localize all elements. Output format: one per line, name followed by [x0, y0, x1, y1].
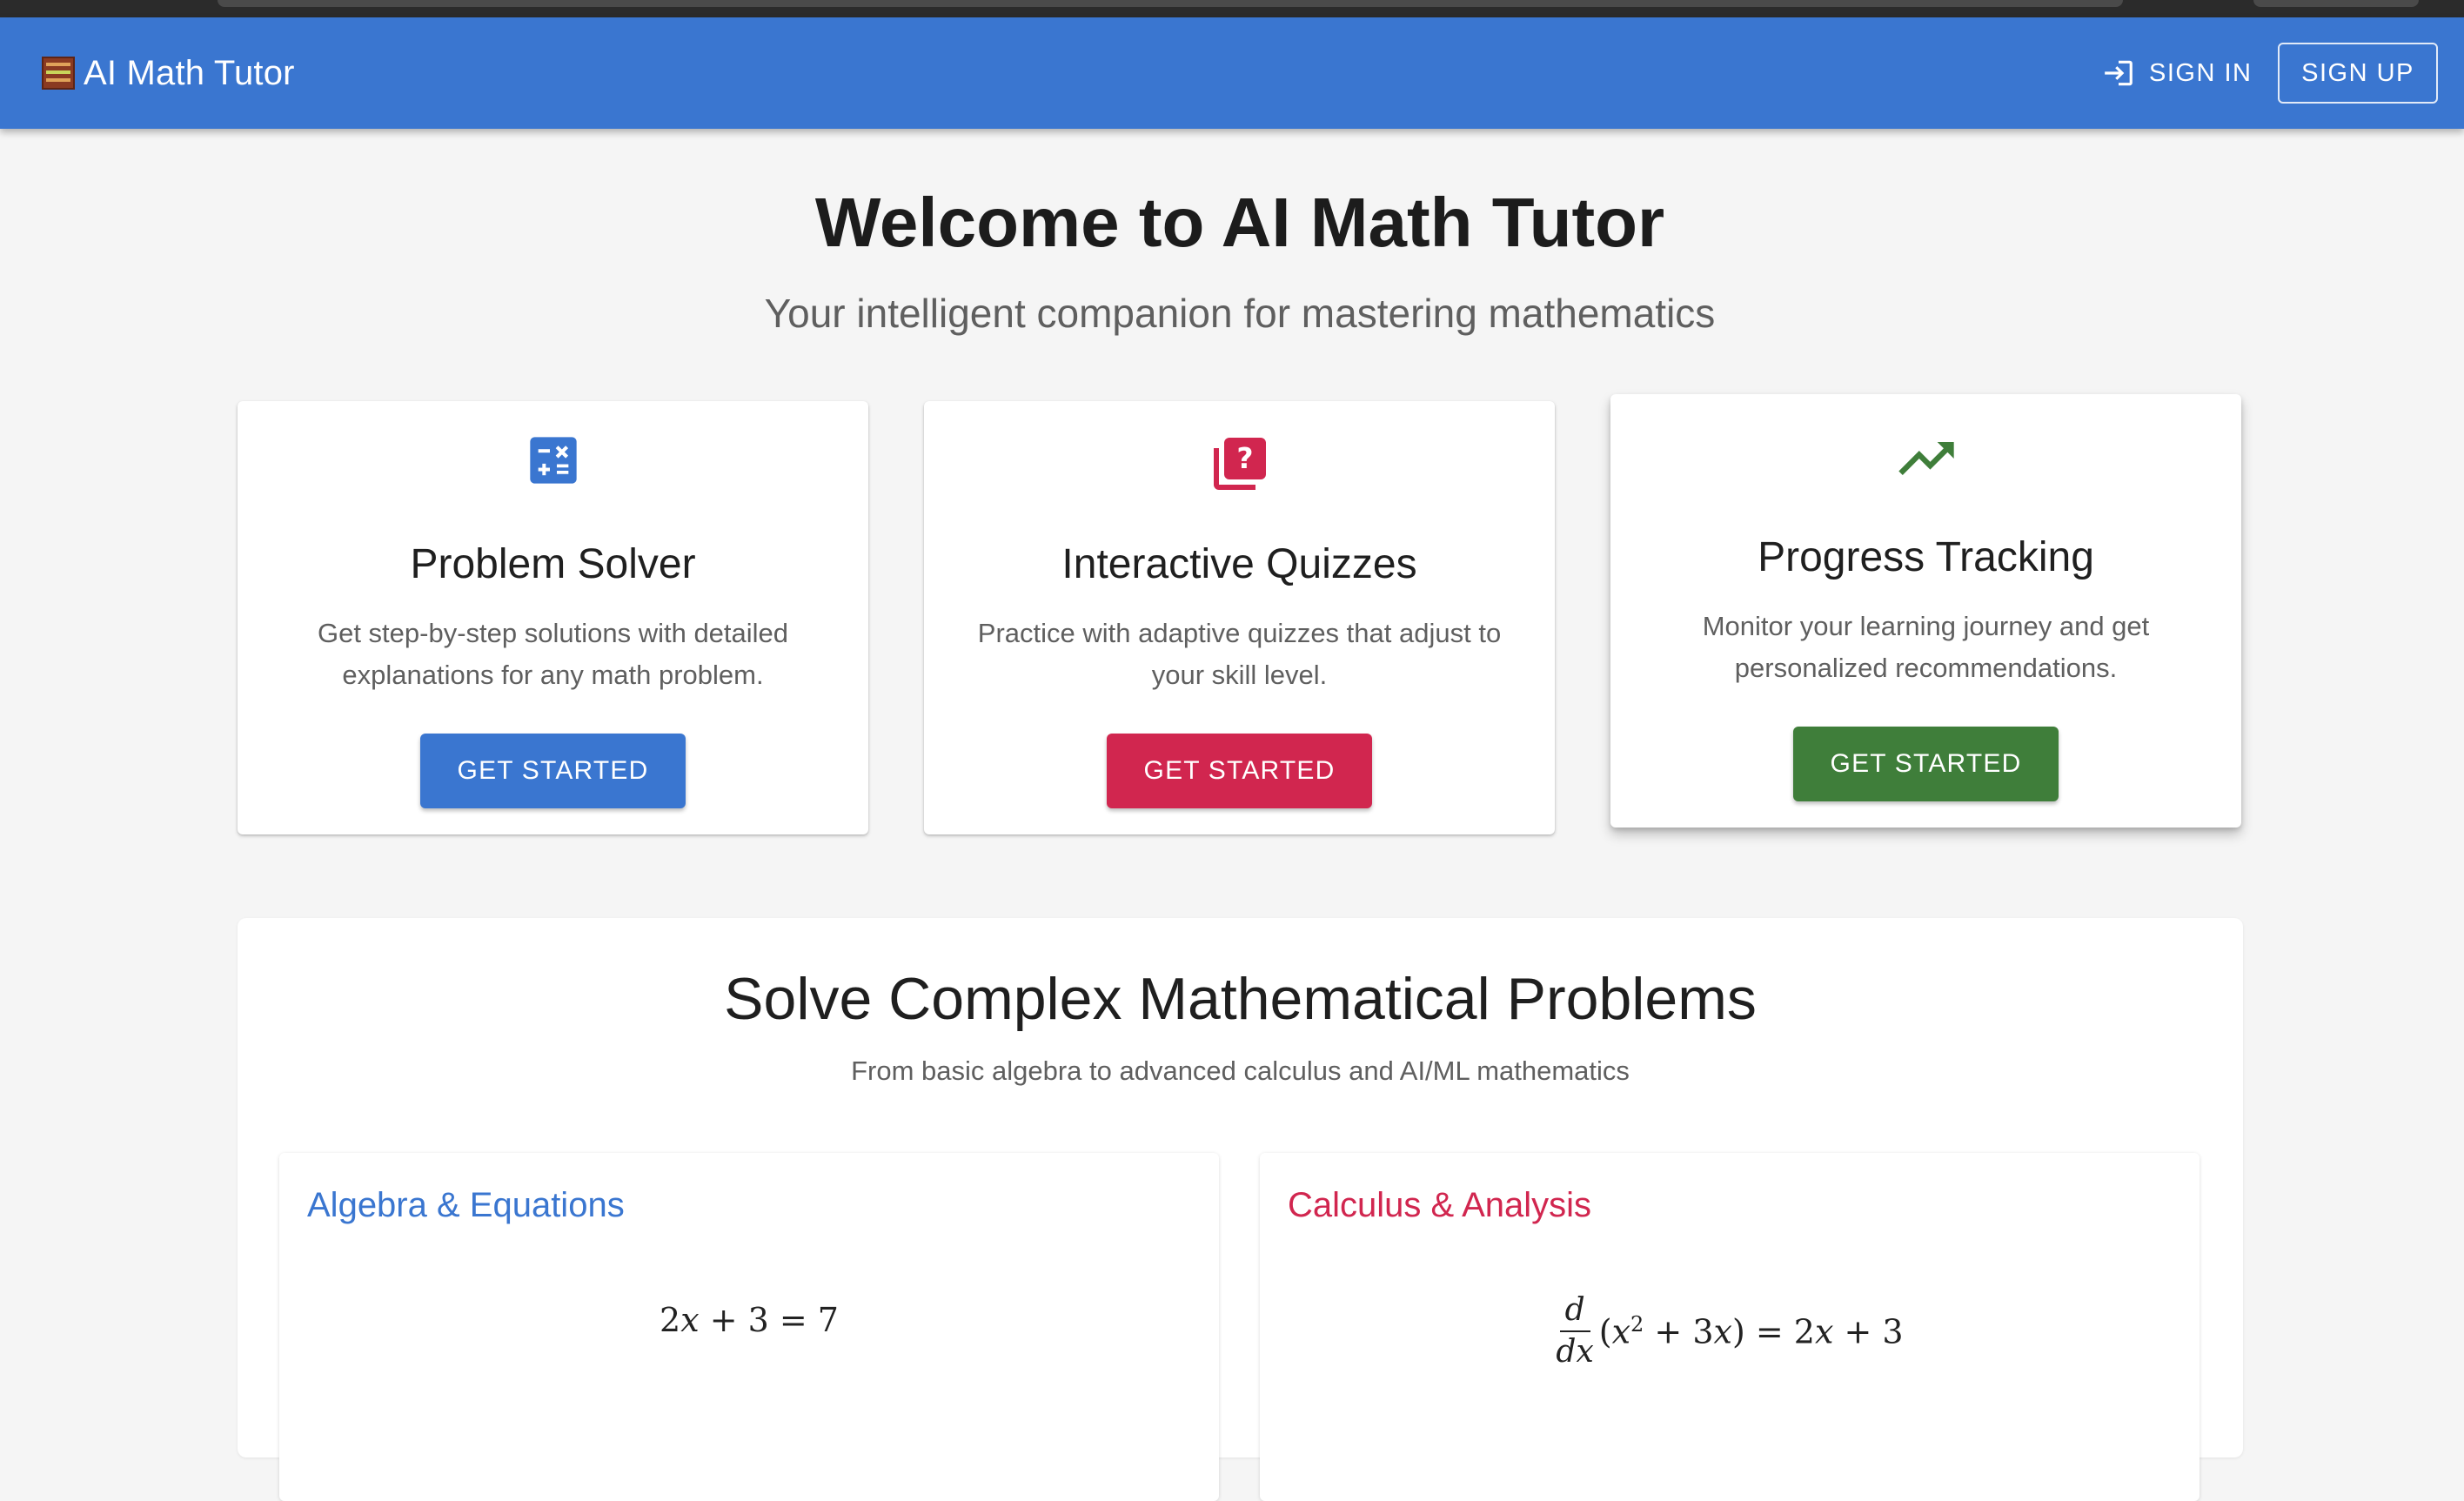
feature-card-progress-tracking: Progress Tracking Monitor your learning … — [1610, 394, 2241, 828]
topic-title: Calculus & Analysis — [1288, 1186, 1592, 1224]
hero-subtitle: Your intelligent companion for mastering… — [764, 291, 1716, 336]
section-subtitle: From basic algebra to advanced calculus … — [851, 1055, 1630, 1086]
feature-card-interactive-quizzes: ? Interactive Quizzes Practice with adap… — [924, 401, 1555, 834]
sign-in-button[interactable]: SIGN IN — [2102, 17, 2252, 129]
quiz-icon: ? — [1213, 438, 1266, 490]
section-title: Solve Complex Mathematical Problems — [724, 966, 1757, 1032]
browser-tab-control — [2253, 0, 2419, 7]
algebra-equation: 2x + 3 = 7 — [660, 1301, 839, 1339]
feature-card-problem-solver: Problem Solver Get step-by-step solution… — [238, 401, 868, 834]
problem-solver-get-started-button[interactable]: GET STARTED — [420, 734, 686, 808]
browser-chrome-strip — [0, 0, 2464, 17]
hero-title: Welcome to AI Math Tutor — [814, 184, 1665, 261]
feature-description: Monitor your learning journey and get pe… — [1702, 611, 2150, 683]
brand[interactable]: AI Math Tutor — [42, 17, 295, 129]
sign-up-button[interactable]: SIGN UP — [2278, 43, 2438, 104]
topic-title: Algebra & Equations — [307, 1186, 625, 1224]
feature-description: Practice with adaptive quizzes that adju… — [977, 618, 1502, 690]
trending-up-icon — [1898, 442, 1954, 475]
topic-card-algebra[interactable]: Algebra & Equations 2x + 3 = 7 — [279, 1153, 1219, 1501]
quizzes-get-started-button[interactable]: GET STARTED — [1107, 734, 1372, 808]
topic-card-calculus[interactable]: Calculus & Analysis d dx (x2 + 3x) = 2x +… — [1260, 1153, 2200, 1501]
browser-address-bar — [218, 0, 2123, 7]
feature-description: Get step-by-step solutions with detailed… — [317, 618, 789, 690]
login-icon — [2105, 60, 2133, 86]
calculus-equation: d dx (x2 + 3x) = 2x + 3 — [1556, 1292, 1904, 1370]
app-bar: AI Math Tutor SIGN IN SIGN UP — [0, 17, 2464, 129]
sign-in-label: SIGN IN — [2149, 58, 2253, 87]
problems-section: Solve Complex Mathematical Problems From… — [238, 918, 2243, 1501]
feature-title: Progress Tracking — [1758, 534, 2094, 580]
calculator-icon — [529, 437, 577, 484]
abacus-icon — [42, 57, 75, 90]
svg-text:?: ? — [1236, 441, 1253, 475]
app-title: AI Math Tutor — [84, 53, 295, 92]
feature-title: Problem Solver — [410, 541, 696, 587]
progress-get-started-button[interactable]: GET STARTED — [1793, 727, 2059, 801]
sign-up-label: SIGN UP — [2301, 58, 2414, 87]
feature-title: Interactive Quizzes — [1061, 541, 1417, 587]
